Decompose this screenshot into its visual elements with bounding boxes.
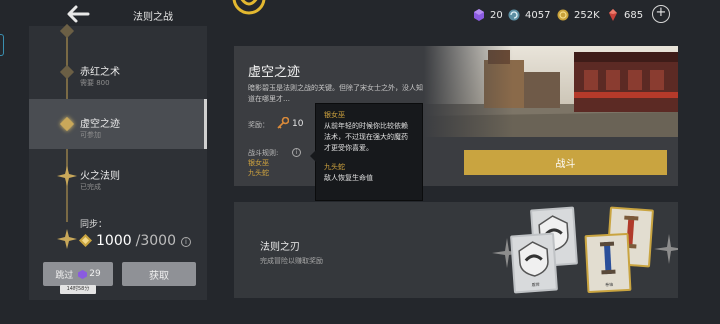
- sync-gem-icon: [79, 234, 92, 247]
- tooltip-rule-desc: 敌人恢复生命值: [324, 174, 373, 182]
- add-currency-button[interactable]: +: [652, 5, 670, 23]
- sync-max: /3000: [135, 233, 176, 249]
- rule-name[interactable]: 九头蛇: [248, 168, 269, 178]
- chapter-title: 火之法则: [80, 171, 120, 182]
- stage-description: 暗影碧玉是法则之战的关键。但除了宋女士之外，没人知道在哪里才…: [248, 84, 423, 103]
- page-title: 法则之战: [133, 12, 173, 23]
- fight-button[interactable]: 战斗: [464, 150, 667, 175]
- resource-tokens: 4057: [508, 7, 550, 23]
- purple-gem-icon: [474, 9, 484, 21]
- resource-value: 20: [490, 9, 503, 21]
- chapter-node-completed[interactable]: 火之法则 已完成: [29, 151, 207, 201]
- chapter-title: 虚空之迹: [80, 119, 120, 130]
- resource-gems: 20: [473, 7, 503, 23]
- node-marker: [59, 23, 75, 39]
- scroll-icon: [599, 241, 616, 275]
- gold-coin-icon: [557, 9, 569, 21]
- purple-gem-icon: [78, 269, 88, 279]
- back-arrow-icon[interactable]: [64, 3, 92, 25]
- tooltip-rule-name: 九头蛇: [324, 163, 345, 171]
- chapter-list-panel: 赤红之术 需要 800 虚空之迹 可参加 火之法则 已完成 同步： 1000 /…: [29, 23, 207, 300]
- skip-button[interactable]: 跳过 29: [43, 262, 113, 286]
- resource-crystals: 685: [607, 7, 643, 23]
- stage-scene-image: [424, 46, 678, 137]
- resource-gold: 252K: [557, 7, 600, 23]
- rules-label: 战斗规则:: [248, 149, 279, 157]
- node-marker-active: [59, 116, 75, 132]
- reward-card[interactable]: 卷轴: [584, 232, 632, 294]
- swirl-token-icon: [508, 9, 520, 21]
- node-marker: [59, 64, 75, 80]
- resource-value: 252K: [574, 9, 600, 21]
- completed-star-icon: [57, 166, 77, 186]
- reward-track-card[interactable]: 法则之刃 完成冒险以赚取奖励 盾牌 卷轴: [234, 202, 678, 298]
- chapter-status: 可参加: [80, 131, 101, 139]
- resource-value: 4057: [525, 9, 551, 21]
- claim-button[interactable]: 获取: [122, 262, 196, 286]
- reward-card-label: 盾牌: [531, 281, 540, 288]
- sync-current: 1000: [96, 233, 132, 249]
- chapter-node-locked[interactable]: 赤红之术 需要 800: [29, 47, 207, 97]
- tooltip-rule-desc: 从前年轻的时候你比较依赖法术，不过现在强大的魔药才更受你喜爱。: [324, 122, 408, 152]
- skip-label: 跳过: [55, 270, 74, 281]
- resource-value: 685: [624, 9, 644, 21]
- key-icon: [277, 117, 289, 129]
- stage-card: 虚空之迹 暗影碧玉是法则之战的关键。但除了宋女士之外，没人知道在哪里才… 奖励：…: [234, 46, 678, 186]
- rules-tooltip: 银女巫 从前年轻的时候你比较依赖法术，不过现在强大的魔药才更受你喜爱。 九头蛇 …: [310, 103, 423, 201]
- reward-track-title: 法则之刃: [260, 242, 300, 253]
- reward-card[interactable]: 盾牌: [510, 232, 558, 294]
- chapter-status: 已完成: [80, 183, 101, 191]
- reward-label: 奖励：: [248, 121, 269, 129]
- chapter-node-active[interactable]: 虚空之迹 可参加: [29, 99, 207, 149]
- stage-title: 虚空之迹: [248, 65, 301, 80]
- shield-icon: [518, 241, 549, 277]
- chapter-requirement: 需要 800: [80, 79, 110, 87]
- side-edge-tab[interactable]: [0, 34, 4, 56]
- info-icon[interactable]: i: [181, 237, 191, 247]
- chapter-title: 赤红之术: [80, 67, 120, 78]
- sync-star-icon: [57, 229, 77, 249]
- info-icon[interactable]: i: [292, 148, 301, 157]
- emblem-icon: [232, 0, 266, 18]
- skip-timer: 14时58分: [60, 285, 96, 294]
- red-crystal-icon: [609, 9, 617, 21]
- sync-progress: 1000 /3000 i: [79, 232, 191, 252]
- reward-track-subtitle: 完成冒险以赚取奖励: [260, 257, 323, 265]
- sync-label: 同步：: [80, 220, 108, 230]
- skip-cost: 29: [89, 269, 101, 279]
- tooltip-rule-name: 银女巫: [324, 111, 345, 119]
- reward-value: 10: [292, 119, 304, 129]
- sparkle-icon: [654, 234, 678, 264]
- rule-name[interactable]: 银女巫: [248, 158, 269, 168]
- reward-card-label: 卷轴: [604, 281, 614, 288]
